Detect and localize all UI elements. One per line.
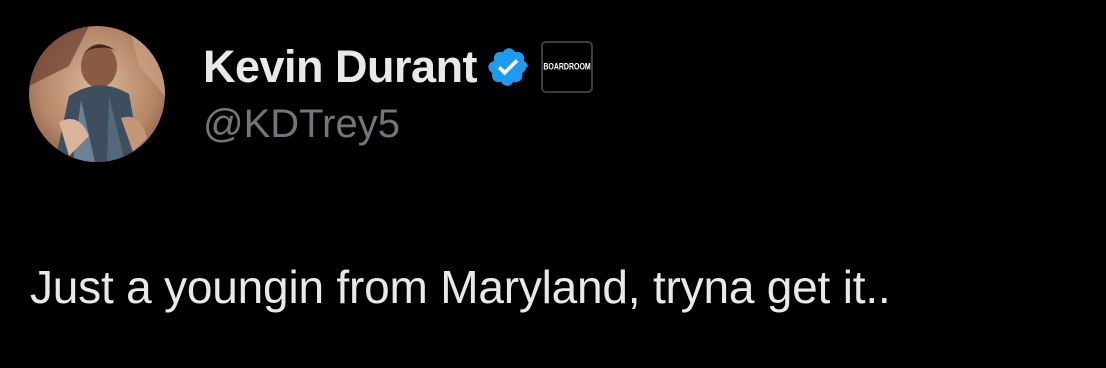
affiliate-badge-label: BOARDROOM: [543, 62, 591, 72]
tweet-text: Just a youngin from Maryland, tryna get …: [30, 261, 891, 313]
author-name-row: Kevin Durant BOARDROOM: [203, 38, 594, 96]
user-handle[interactable]: @KDTrey5: [203, 102, 400, 147]
tweet-card: Kevin Durant BOARDROOM @KDTrey5 Just a y…: [0, 0, 1106, 368]
avatar-photo: [29, 26, 165, 162]
verified-badge-icon: [487, 45, 531, 89]
avatar[interactable]: [29, 26, 165, 162]
display-name[interactable]: Kevin Durant: [203, 41, 478, 93]
boardroom-logo-icon[interactable]: BOARDROOM: [541, 41, 594, 93]
